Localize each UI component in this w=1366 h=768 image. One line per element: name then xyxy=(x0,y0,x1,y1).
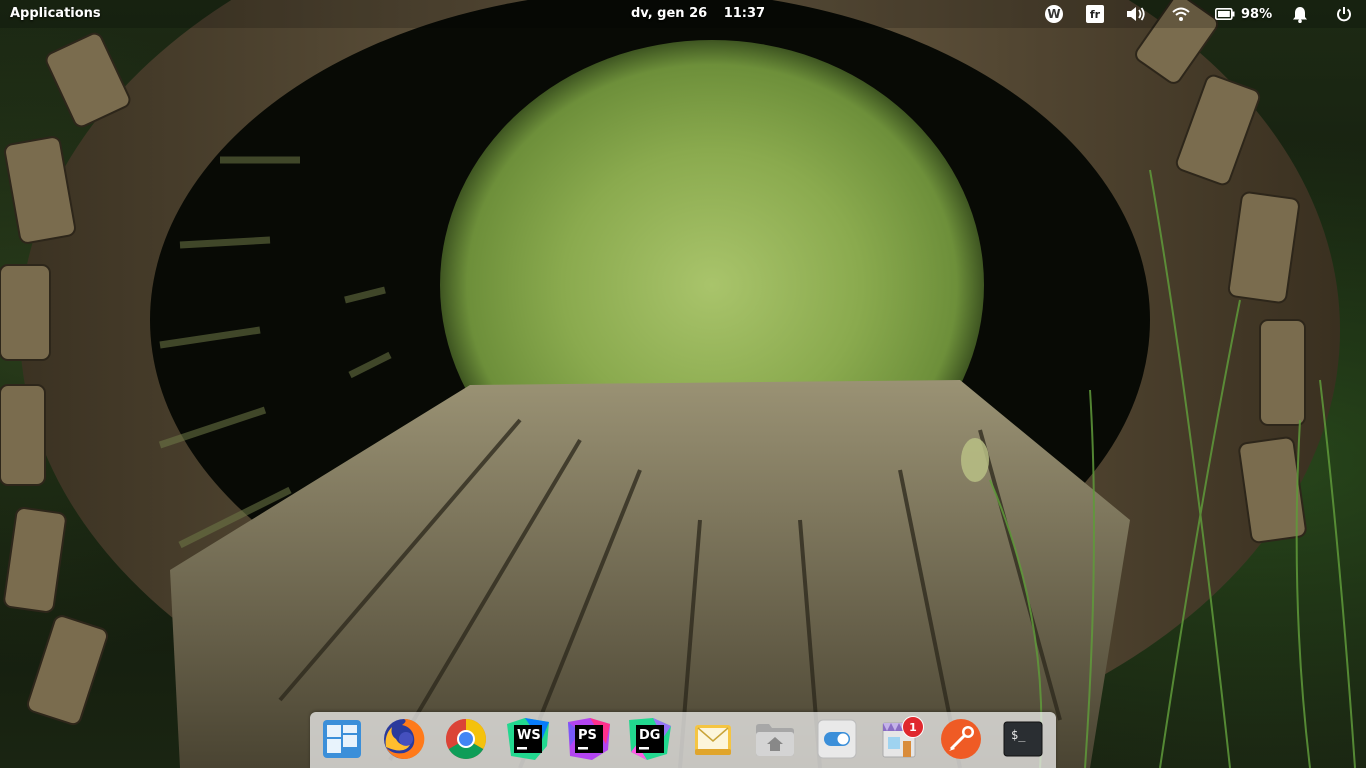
battery-icon xyxy=(1215,8,1235,20)
power-indicator[interactable]: 98% xyxy=(1215,4,1275,24)
multitasking-icon xyxy=(323,720,361,758)
dock: WS PS DG 1 $_ xyxy=(310,712,1056,768)
battery-percentage: 98% xyxy=(1241,6,1273,22)
bell-icon xyxy=(1293,6,1307,23)
power-icon xyxy=(1337,7,1351,22)
phpstorm-label: PS xyxy=(578,728,597,743)
dock-item-firefox[interactable] xyxy=(381,716,427,762)
network-indicator[interactable] xyxy=(1170,4,1192,24)
files-icon xyxy=(756,724,794,756)
keyboard-layout-indicator[interactable]: fr xyxy=(1085,4,1105,24)
dock-item-phpstorm[interactable]: PS xyxy=(566,716,612,762)
update-count-badge: 1 xyxy=(902,716,924,738)
dock-item-multitasking-view[interactable] xyxy=(319,716,365,762)
top-panel: Applications dv, gen 26 11:37 W fr 98% xyxy=(0,0,1366,28)
time-label: 11:37 xyxy=(723,6,766,21)
dock-item-system-settings[interactable] xyxy=(814,716,860,762)
desktop-wallpaper xyxy=(0,0,1366,768)
dock-item-mail[interactable] xyxy=(690,716,736,762)
mail-icon xyxy=(695,725,731,755)
datagrip-label: DG xyxy=(639,728,661,743)
date-label: dv, gen 26 xyxy=(631,6,708,21)
volume-icon xyxy=(1127,7,1145,21)
postman-icon xyxy=(941,719,981,759)
webstorm-label: WS xyxy=(517,728,541,743)
notifications-indicator[interactable] xyxy=(1290,4,1310,24)
chrome-icon xyxy=(446,719,486,759)
keyboard-layout-label: fr xyxy=(1086,5,1104,23)
dock-item-terminal[interactable]: $_ xyxy=(1000,716,1046,762)
settings-icon xyxy=(817,719,857,759)
wallpaper-artwork xyxy=(0,0,1356,768)
app-indicator[interactable]: W xyxy=(1044,4,1064,24)
wifi-icon xyxy=(1172,7,1190,21)
indicator-w-icon: W xyxy=(1045,5,1063,23)
dock-item-appcenter[interactable]: 1 xyxy=(876,716,924,762)
dock-item-datagrip[interactable]: DG xyxy=(627,716,673,762)
dock-item-files[interactable] xyxy=(752,716,798,762)
date-time-indicator[interactable]: dv, gen 26 11:37 xyxy=(631,6,765,21)
firefox-icon xyxy=(384,718,425,759)
applications-menu-button[interactable]: Applications xyxy=(10,6,101,21)
dock-item-postman[interactable] xyxy=(938,716,984,762)
session-indicator[interactable] xyxy=(1334,4,1354,24)
terminal-prompt-label: $_ xyxy=(1011,728,1026,742)
sound-indicator[interactable] xyxy=(1125,4,1147,24)
dock-item-webstorm[interactable]: WS xyxy=(505,716,551,762)
dock-item-chrome[interactable] xyxy=(443,716,489,762)
